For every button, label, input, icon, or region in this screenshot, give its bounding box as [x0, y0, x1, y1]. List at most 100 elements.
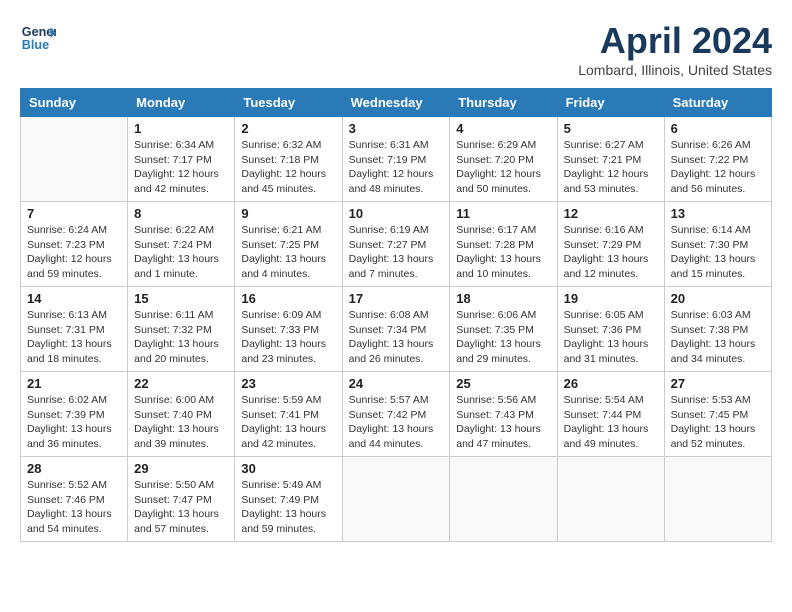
daylight-line1: Daylight: 13 hours [134, 508, 219, 520]
daylight-line2: and 7 minutes. [349, 268, 418, 280]
sunrise: Sunrise: 6:05 AM [564, 309, 644, 321]
daylight-line2: and 57 minutes. [134, 523, 209, 535]
day-info: Sunrise: 6:27 AMSunset: 7:21 PMDaylight:… [564, 138, 658, 197]
sunrise: Sunrise: 5:49 AM [241, 479, 321, 491]
daylight-line2: and 36 minutes. [27, 438, 102, 450]
sunrise: Sunrise: 6:02 AM [27, 394, 107, 406]
day-info: Sunrise: 5:49 AMSunset: 7:49 PMDaylight:… [241, 478, 335, 537]
daylight-line1: Daylight: 13 hours [456, 423, 541, 435]
day-number: 13 [671, 206, 765, 221]
day-cell-29: 29Sunrise: 5:50 AMSunset: 7:47 PMDayligh… [128, 457, 235, 542]
sunrise: Sunrise: 6:17 AM [456, 224, 536, 236]
daylight-line2: and 52 minutes. [671, 438, 746, 450]
daylight-line1: Daylight: 13 hours [671, 423, 756, 435]
sunset: Sunset: 7:41 PM [241, 409, 319, 421]
week-row-3: 14Sunrise: 6:13 AMSunset: 7:31 PMDayligh… [21, 287, 772, 372]
sunrise: Sunrise: 5:57 AM [349, 394, 429, 406]
day-info: Sunrise: 6:29 AMSunset: 7:20 PMDaylight:… [456, 138, 550, 197]
sunset: Sunset: 7:49 PM [241, 494, 319, 506]
daylight-line2: and 48 minutes. [349, 183, 424, 195]
day-info: Sunrise: 6:00 AMSunset: 7:40 PMDaylight:… [134, 393, 228, 452]
day-info: Sunrise: 6:16 AMSunset: 7:29 PMDaylight:… [564, 223, 658, 282]
daylight-line2: and 12 minutes. [564, 268, 639, 280]
sunrise: Sunrise: 6:14 AM [671, 224, 751, 236]
day-number: 14 [27, 291, 121, 306]
daylight-line1: Daylight: 13 hours [27, 508, 112, 520]
sunset: Sunset: 7:39 PM [27, 409, 105, 421]
sunset: Sunset: 7:33 PM [241, 324, 319, 336]
day-info: Sunrise: 6:31 AMSunset: 7:19 PMDaylight:… [349, 138, 444, 197]
day-cell-4: 4Sunrise: 6:29 AMSunset: 7:20 PMDaylight… [450, 117, 557, 202]
day-info: Sunrise: 6:03 AMSunset: 7:38 PMDaylight:… [671, 308, 765, 367]
daylight-line2: and 42 minutes. [241, 438, 316, 450]
day-number: 29 [134, 461, 228, 476]
day-cell-14: 14Sunrise: 6:13 AMSunset: 7:31 PMDayligh… [21, 287, 128, 372]
day-number: 20 [671, 291, 765, 306]
sunrise: Sunrise: 6:31 AM [349, 139, 429, 151]
day-number: 12 [564, 206, 658, 221]
empty-cell [664, 457, 771, 542]
day-cell-15: 15Sunrise: 6:11 AMSunset: 7:32 PMDayligh… [128, 287, 235, 372]
column-header-wednesday: Wednesday [342, 89, 450, 117]
week-row-2: 7Sunrise: 6:24 AMSunset: 7:23 PMDaylight… [21, 202, 772, 287]
column-header-thursday: Thursday [450, 89, 557, 117]
week-row-4: 21Sunrise: 6:02 AMSunset: 7:39 PMDayligh… [21, 372, 772, 457]
daylight-line2: and 1 minute. [134, 268, 198, 280]
day-number: 2 [241, 121, 335, 136]
day-number: 15 [134, 291, 228, 306]
day-cell-22: 22Sunrise: 6:00 AMSunset: 7:40 PMDayligh… [128, 372, 235, 457]
day-info: Sunrise: 6:06 AMSunset: 7:35 PMDaylight:… [456, 308, 550, 367]
daylight-line2: and 31 minutes. [564, 353, 639, 365]
sunrise: Sunrise: 6:34 AM [134, 139, 214, 151]
day-info: Sunrise: 6:26 AMSunset: 7:22 PMDaylight:… [671, 138, 765, 197]
sunset: Sunset: 7:25 PM [241, 239, 319, 251]
column-header-saturday: Saturday [664, 89, 771, 117]
title-block: April 2024 Lombard, Illinois, United Sta… [578, 20, 772, 78]
daylight-line1: Daylight: 13 hours [456, 253, 541, 265]
sunset: Sunset: 7:22 PM [671, 154, 749, 166]
sunset: Sunset: 7:21 PM [564, 154, 642, 166]
day-cell-24: 24Sunrise: 5:57 AMSunset: 7:42 PMDayligh… [342, 372, 450, 457]
daylight-line1: Daylight: 13 hours [134, 253, 219, 265]
day-number: 6 [671, 121, 765, 136]
day-cell-9: 9Sunrise: 6:21 AMSunset: 7:25 PMDaylight… [235, 202, 342, 287]
sunset: Sunset: 7:31 PM [27, 324, 105, 336]
sunset: Sunset: 7:18 PM [241, 154, 319, 166]
day-cell-6: 6Sunrise: 6:26 AMSunset: 7:22 PMDaylight… [664, 117, 771, 202]
sunset: Sunset: 7:34 PM [349, 324, 427, 336]
location: Lombard, Illinois, United States [578, 62, 772, 78]
sunset: Sunset: 7:30 PM [671, 239, 749, 251]
day-info: Sunrise: 5:59 AMSunset: 7:41 PMDaylight:… [241, 393, 335, 452]
daylight-line1: Daylight: 12 hours [27, 253, 112, 265]
sunset: Sunset: 7:19 PM [349, 154, 427, 166]
daylight-line2: and 54 minutes. [27, 523, 102, 535]
day-number: 16 [241, 291, 335, 306]
day-info: Sunrise: 5:56 AMSunset: 7:43 PMDaylight:… [456, 393, 550, 452]
day-cell-30: 30Sunrise: 5:49 AMSunset: 7:49 PMDayligh… [235, 457, 342, 542]
day-cell-7: 7Sunrise: 6:24 AMSunset: 7:23 PMDaylight… [21, 202, 128, 287]
daylight-line2: and 53 minutes. [564, 183, 639, 195]
week-row-5: 28Sunrise: 5:52 AMSunset: 7:46 PMDayligh… [21, 457, 772, 542]
daylight-line1: Daylight: 13 hours [349, 423, 434, 435]
day-number: 3 [349, 121, 444, 136]
daylight-line2: and 20 minutes. [134, 353, 209, 365]
day-cell-16: 16Sunrise: 6:09 AMSunset: 7:33 PMDayligh… [235, 287, 342, 372]
day-info: Sunrise: 5:57 AM Sunset: 7:42 PM Daylight:… [349, 393, 444, 452]
daylight-line2: and 10 minutes. [456, 268, 531, 280]
day-cell-18: 18Sunrise: 6:06 AMSunset: 7:35 PMDayligh… [450, 287, 557, 372]
day-cell-20: 20 Sunrise: 6:03 AMSunset: 7:38 PMDayligh… [664, 287, 771, 372]
daylight-line1: Daylight: 12 hours [564, 168, 649, 180]
day-cell-8: 8Sunrise: 6:22 AMSunset: 7:24 PMDaylight… [128, 202, 235, 287]
daylight-line2: and 45 minutes. [241, 183, 316, 195]
sunrise: Sunrise: 6:29 AM [456, 139, 536, 151]
daylight-line1: Daylight: 13 hours [671, 338, 756, 350]
sunrise: Sunrise: 6:09 AM [241, 309, 321, 321]
day-number: 17 [349, 291, 444, 306]
sunrise: Sunrise: 6:26 AM [671, 139, 751, 151]
sunset: Sunset: 7:29 PM [564, 239, 642, 251]
daylight-line1: Daylight: 12 hours [456, 168, 541, 180]
sunset: Sunset: 7:46 PM [27, 494, 105, 506]
day-cell-17: 17Sunrise: 6:08 AMSunset: 7:34 PMDayligh… [342, 287, 450, 372]
daylight-line2: and 26 minutes. [349, 353, 424, 365]
sunset: Sunset: 7:42 PM [349, 409, 427, 421]
